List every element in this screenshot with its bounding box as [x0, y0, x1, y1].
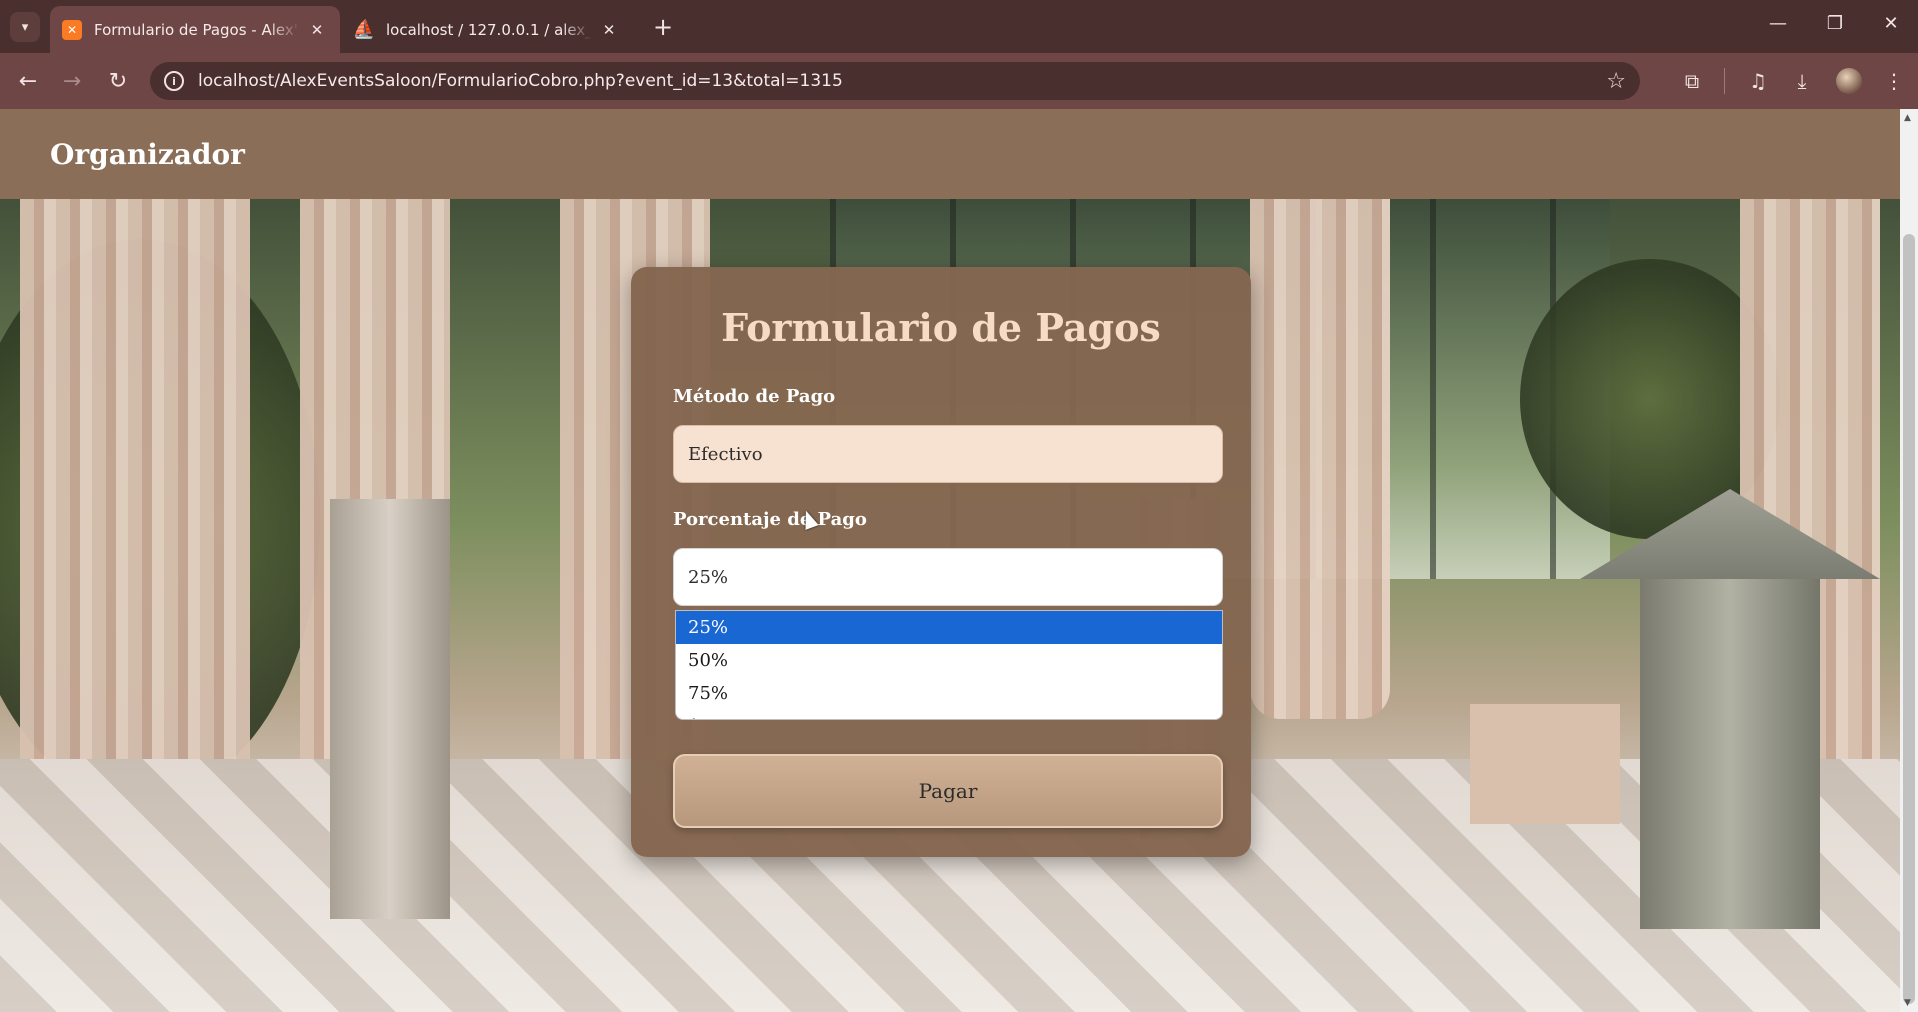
stone-pillar: [330, 499, 450, 919]
payment-method-label: Método de Pago: [673, 386, 836, 407]
profile-avatar[interactable]: [1836, 68, 1862, 94]
gazebo-structure: [1580, 489, 1880, 929]
reload-icon[interactable]: ↻: [102, 65, 134, 97]
payment-method-field[interactable]: Efectivo: [673, 425, 1223, 483]
page-viewport: Organizador Formulario de Pagos Método d…: [0, 109, 1900, 1012]
curtain-drape: [1250, 199, 1390, 719]
toolbar-separator: [1724, 68, 1725, 94]
payment-percentage-label: Porcentaje de Pago: [673, 509, 867, 530]
payment-percentage-select[interactable]: 25%: [673, 548, 1223, 606]
close-tab-icon[interactable]: ✕: [306, 21, 328, 39]
tab-list-chevron-icon[interactable]: ▾: [10, 12, 40, 42]
back-arrow-icon[interactable]: ←: [12, 65, 44, 97]
site-brand[interactable]: Organizador: [50, 138, 245, 171]
scroll-up-arrow-icon[interactable]: ▲: [1904, 113, 1911, 123]
browser-tab-bar: ▾ ✕ Formulario de Pagos - Alex's Ev ✕ ⛵ …: [0, 0, 1918, 53]
dropdown-option-75[interactable]: 75%: [676, 677, 1222, 710]
dropdown-option-100[interactable]: 100%: [676, 710, 1222, 719]
dropdown-option-50[interactable]: 50%: [676, 644, 1222, 677]
new-tab-plus-icon[interactable]: +: [648, 12, 678, 42]
xampp-icon: ✕: [62, 19, 82, 40]
dropdown-option-25[interactable]: 25%: [676, 611, 1222, 644]
tab-phpmyadmin[interactable]: ⛵ localhost / 127.0.0.1 / alex_even ✕: [342, 6, 632, 53]
close-tab-icon[interactable]: ✕: [598, 21, 620, 39]
pay-button[interactable]: Pagar: [673, 754, 1223, 828]
tab-title: localhost / 127.0.0.1 / alex_even: [386, 20, 592, 39]
more-menu-icon[interactable]: ⋮: [1878, 65, 1910, 97]
address-bar[interactable]: i localhost/AlexEventsSaloon/FormularioC…: [150, 62, 1640, 100]
download-icon[interactable]: ⤓: [1786, 65, 1818, 97]
curtain-drape: [20, 199, 250, 839]
payment-form-card: Formulario de Pagos Método de Pago Efect…: [631, 267, 1251, 857]
tab-title: Formulario de Pagos - Alex's Ev: [94, 20, 300, 39]
extensions-icon[interactable]: ⧉: [1676, 65, 1708, 97]
tab-formulario-de-pagos[interactable]: ✕ Formulario de Pagos - Alex's Ev ✕: [50, 6, 340, 53]
scroll-down-arrow-icon[interactable]: ▼: [1904, 998, 1911, 1008]
site-info-icon[interactable]: i: [164, 71, 184, 91]
site-header: Organizador: [0, 109, 1900, 199]
media-controls-icon[interactable]: ♫: [1742, 65, 1774, 97]
forward-arrow-icon[interactable]: →: [56, 65, 88, 97]
restore-icon[interactable]: ❐: [1812, 8, 1858, 38]
percentage-dropdown-list: 25% 50% 75% 100%: [675, 610, 1223, 720]
minimize-icon[interactable]: —: [1755, 8, 1801, 38]
phpmyadmin-icon: ⛵: [352, 19, 376, 40]
bookmark-star-icon[interactable]: ☆: [1606, 69, 1626, 94]
close-window-icon[interactable]: ✕: [1868, 8, 1914, 38]
browser-toolbar: ← → ↻ i localhost/AlexEventsSaloon/Formu…: [0, 53, 1918, 109]
form-title: Formulario de Pagos: [721, 305, 1161, 350]
scrollbar-thumb[interactable]: [1903, 234, 1915, 1004]
page-scrollbar[interactable]: ▲ ▼: [1900, 109, 1918, 1012]
url-text[interactable]: localhost/AlexEventsSaloon/FormularioCob…: [198, 71, 843, 91]
